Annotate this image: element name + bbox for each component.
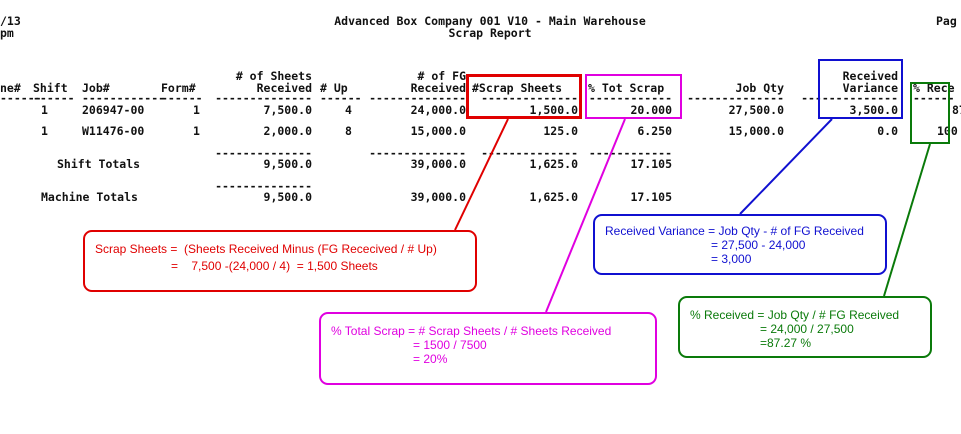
received-callout-line1: % Received = Job Qty / # FG Received [690, 308, 900, 322]
scrap-callout-line1: Scrap Sheets = (Sheets Received Minus (F… [95, 242, 437, 256]
received-callout-line2: = 24,000 / 27,500 [760, 322, 854, 336]
received-connector [883, 143, 931, 297]
scrap-callout-line2: = 7,500 -(24,000 / 4) = 1,500 Sheets [171, 259, 378, 273]
total-scrap-callout-line3: = 20% [413, 352, 448, 366]
received-variance-callout: Received Variance = Job Qty - # of FG Re… [593, 214, 887, 275]
received-callout-line3: =87.27 % [760, 336, 812, 350]
total-scrap-callout-line1: % Total Scrap = # Scrap Sheets / # Sheet… [331, 324, 612, 338]
total-scrap-callout-line2: = 1500 / 7500 [413, 338, 487, 352]
variance-callout-line1: Received Variance = Job Qty - # of FG Re… [605, 224, 864, 238]
total-scrap-callout: % Total Scrap = # Scrap Sheets / # Sheet… [319, 312, 657, 385]
variance-callout-line2: = 27,500 - 24,000 [711, 238, 806, 252]
pct-received-callout: % Received = Job Qty / # FG Received = 2… [678, 296, 932, 358]
scrap-sheets-callout: Scrap Sheets = (Sheets Received Minus (F… [83, 230, 477, 292]
variance-callout-line3: = 3,000 [711, 252, 752, 266]
scrap-connector [454, 118, 509, 231]
variance-connector [739, 118, 833, 215]
